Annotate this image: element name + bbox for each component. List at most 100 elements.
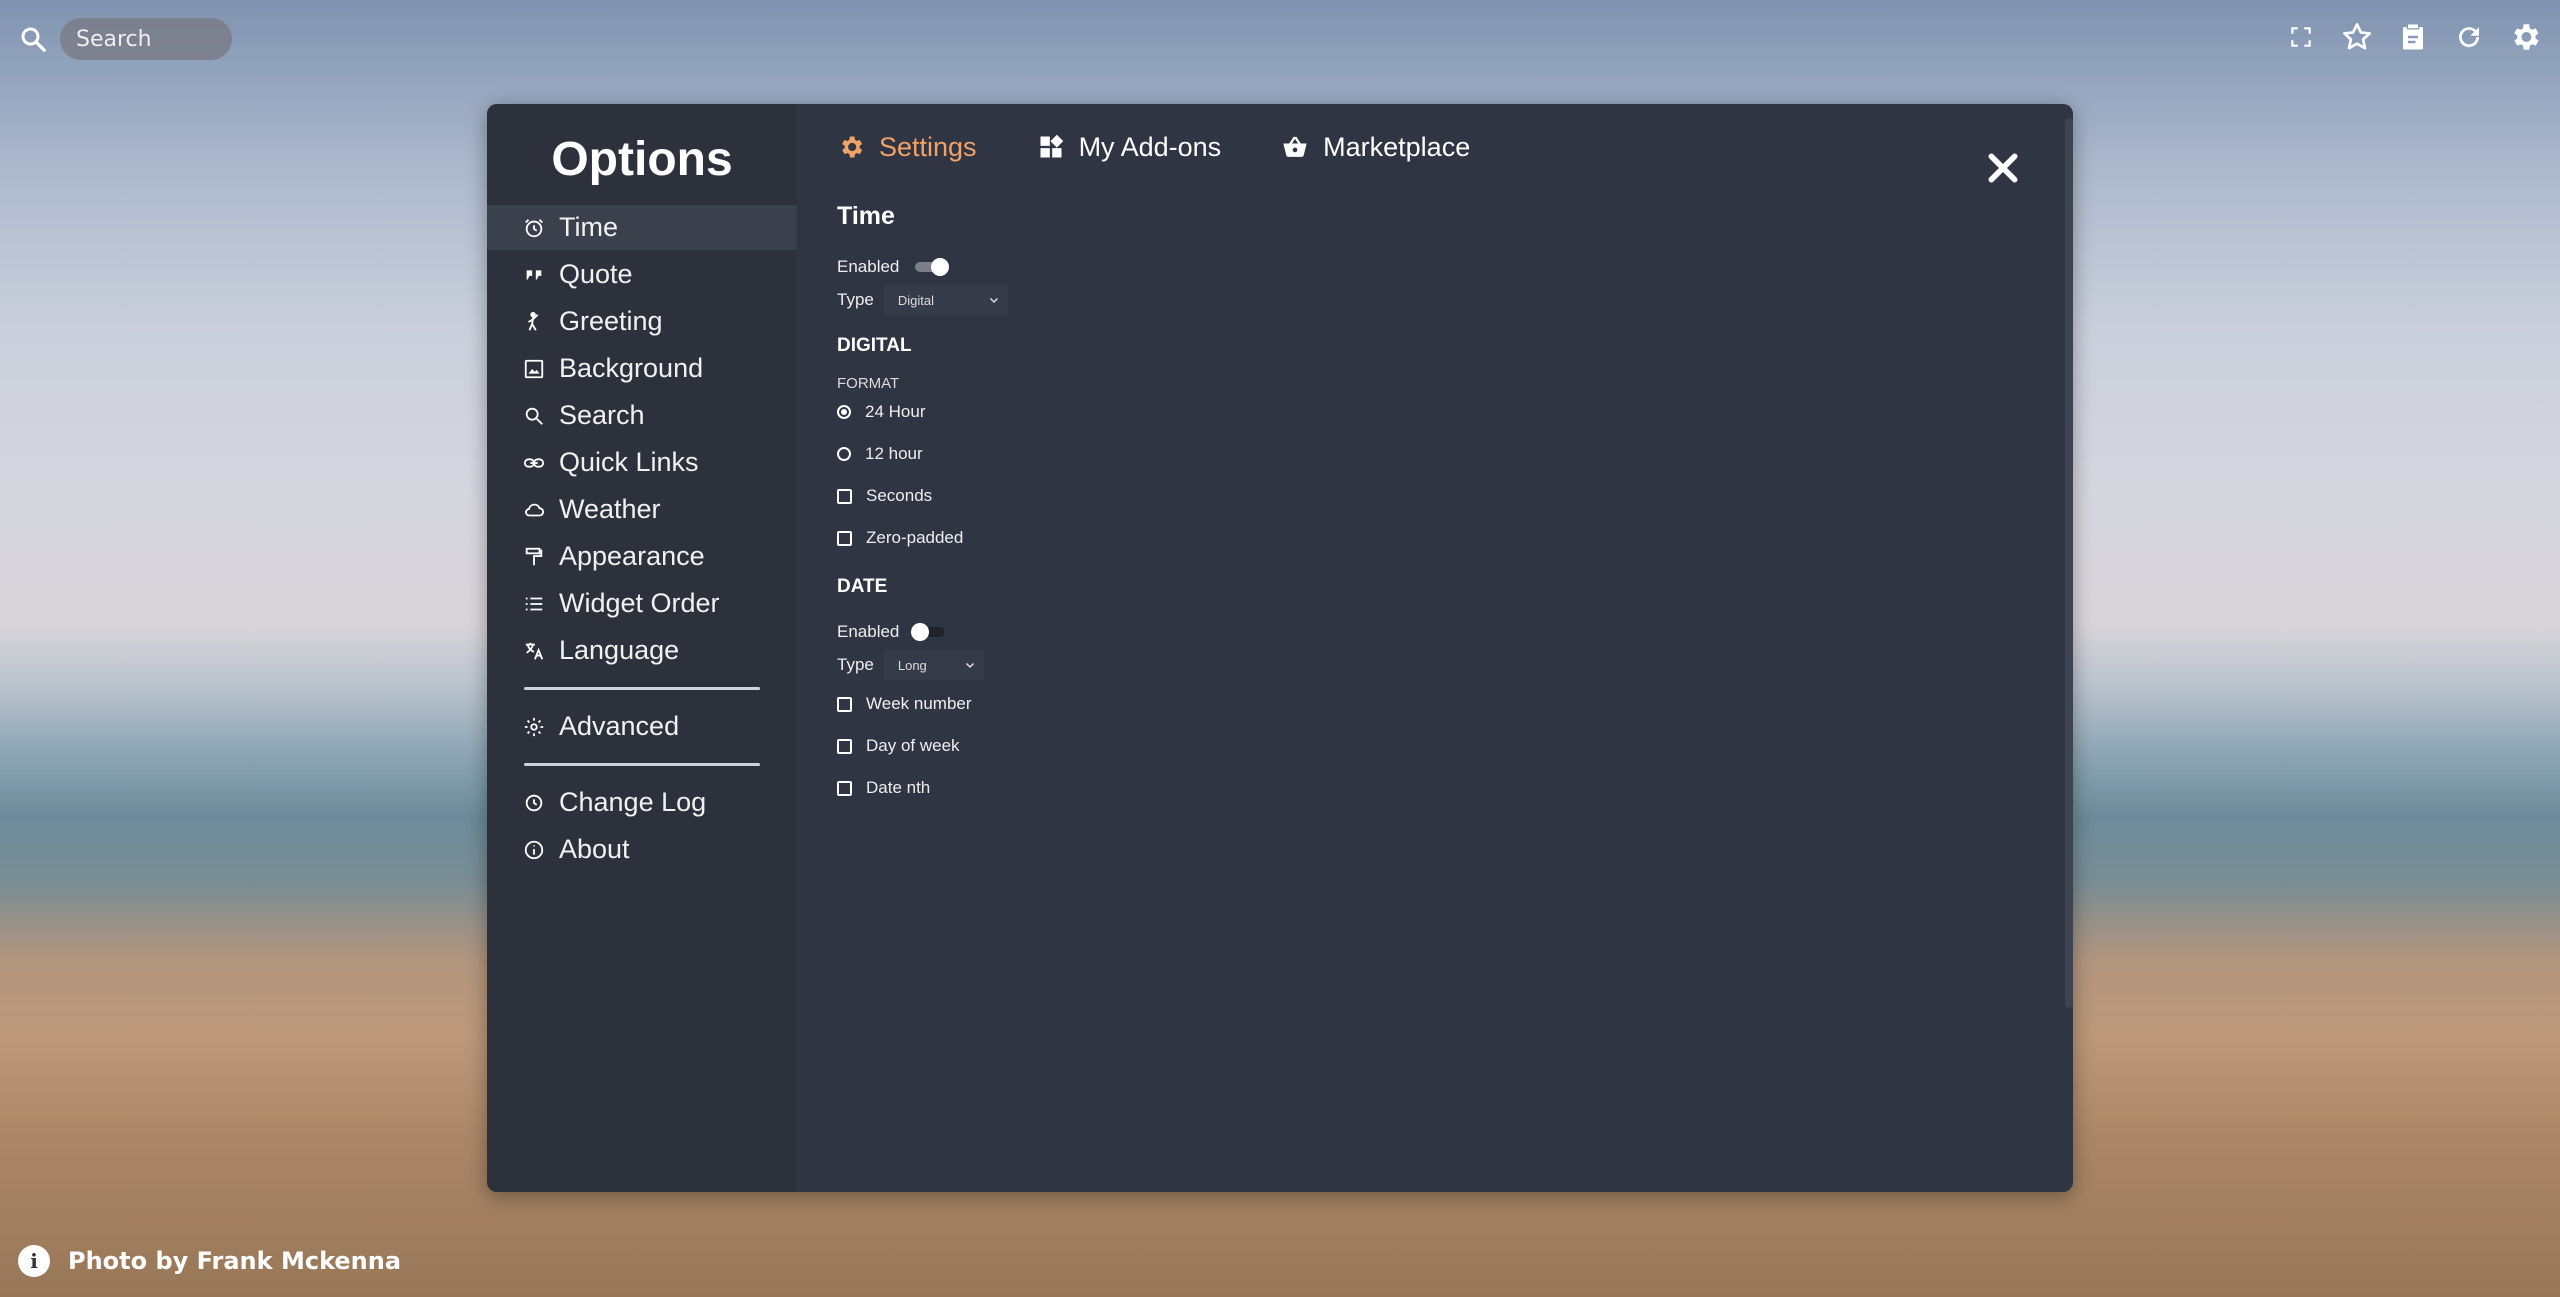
sidebar-item-widget-order[interactable]: Widget Order: [487, 581, 797, 626]
notes-button[interactable]: [2396, 20, 2430, 54]
sidebar-item-language[interactable]: Language: [487, 628, 797, 673]
sidebar-item-label: Change Log: [559, 787, 707, 817]
history-icon: [525, 794, 543, 811]
image-icon: [524, 359, 544, 378]
photo-credit: i Photo by Frank Mckenna: [18, 1245, 401, 1277]
chevron-down-icon: [965, 662, 974, 669]
sidebar-divider: [524, 687, 760, 690]
sidebar-item-about[interactable]: About: [487, 827, 797, 872]
tab-my-add-ons[interactable]: My Add-ons: [1037, 132, 1221, 163]
options-tabs: Settings My Add-ons Marketplace: [837, 128, 2073, 166]
paint-roller-icon: [525, 547, 543, 565]
option-label: Date nth: [866, 778, 931, 797]
top-toolbar: [2284, 20, 2542, 54]
sidebar-divider: [524, 763, 760, 766]
clipboard-icon: [2403, 24, 2423, 50]
option-row: Date nth: [837, 778, 2073, 798]
sidebar-item-label: Search: [559, 400, 645, 430]
checkbox-week-number[interactable]: [837, 696, 852, 712]
sidebar-item-appearance[interactable]: Appearance: [487, 534, 797, 579]
radio-24-hour[interactable]: [837, 405, 851, 419]
sidebar-item-label: Time: [559, 212, 618, 242]
sidebar-item-label: Greeting: [559, 306, 663, 336]
option-label: Zero-padded: [866, 528, 964, 547]
checkbox-seconds[interactable]: [837, 488, 852, 504]
checkbox-date-nth[interactable]: [837, 780, 852, 796]
sidebar-item-weather[interactable]: Weather: [487, 487, 797, 532]
option-row: Seconds: [837, 486, 2073, 506]
info-icon[interactable]: i: [18, 1245, 50, 1277]
tab-label: Marketplace: [1323, 131, 1471, 162]
sidebar-item-label: Widget Order: [559, 588, 720, 618]
option-row: Zero-padded: [837, 528, 2073, 548]
sidebar-item-label: Language: [559, 635, 680, 665]
sidebar-item-greeting[interactable]: Greeting: [487, 299, 797, 344]
time-type-select[interactable]: Digital: [883, 285, 1008, 315]
digital-heading: DIGITAL: [837, 335, 912, 356]
sidebar-item-change-log[interactable]: Change Log: [487, 780, 797, 825]
select-value: Long: [897, 657, 927, 673]
sidebar-item-quick-links[interactable]: Quick Links: [487, 440, 797, 485]
sidebar-item-time[interactable]: Time: [487, 205, 797, 250]
sidebar-item-search[interactable]: Search: [487, 393, 797, 438]
refresh-icon: [2459, 27, 2480, 48]
cloud-icon: [525, 503, 545, 516]
options-sidebar: Options Time Quote Greeting Background S…: [487, 104, 797, 1192]
radio-12-hour[interactable]: [837, 447, 851, 461]
info-icon: [524, 840, 544, 859]
section-title-time: Time: [837, 202, 895, 230]
search-icon[interactable]: [18, 24, 48, 54]
options-title: Options: [551, 133, 733, 186]
option-row: 24 Hour: [837, 402, 2073, 422]
search-input[interactable]: Search: [60, 18, 232, 60]
options-modal: Options Time Quote Greeting Background S…: [487, 104, 2073, 1192]
date-type-row: Type Long: [837, 650, 2073, 680]
sidebar-item-label: Appearance: [559, 541, 705, 571]
sidebar-item-label: Background: [559, 353, 704, 383]
settings-button[interactable]: [2508, 20, 2542, 54]
checkbox-zero-padded[interactable]: [837, 530, 852, 546]
option-label: 12 hour: [865, 444, 923, 463]
favourite-button[interactable]: [2340, 20, 2374, 54]
widgets-icon: [1040, 134, 1063, 158]
date-enabled-toggle[interactable]: [911, 623, 949, 641]
date-type-select[interactable]: Long: [883, 650, 984, 680]
option-label: Day of week: [866, 736, 960, 755]
sidebar-item-quote[interactable]: Quote: [487, 252, 797, 297]
link-icon: [523, 457, 545, 468]
checkbox-day-of-week[interactable]: [837, 738, 852, 754]
options-content: Settings My Add-ons Marketplace Time Ena…: [797, 104, 2073, 1192]
quote-icon: [526, 269, 542, 280]
option-label: 24 Hour: [865, 402, 926, 421]
scrollbar[interactable]: [2065, 118, 2073, 1008]
time-enabled-row: Enabled: [837, 257, 2073, 277]
sidebar-item-label: Advanced: [559, 711, 680, 741]
fullscreen-icon: [2291, 27, 2311, 47]
translate-icon: [525, 642, 544, 660]
refresh-button[interactable]: [2452, 20, 2486, 54]
tab-label: Settings: [879, 131, 977, 162]
search-icon: [525, 407, 543, 425]
waving-person-icon: [528, 311, 539, 331]
option-row: 12 hour: [837, 444, 2073, 464]
gear-icon: [2514, 24, 2539, 50]
option-row: Week number: [837, 694, 2073, 714]
time-type-row: Type Digital: [837, 285, 2073, 315]
time-enabled-toggle[interactable]: [911, 258, 950, 276]
select-value: Digital: [897, 292, 934, 308]
tab-marketplace[interactable]: Marketplace: [1281, 132, 1470, 163]
format-heading: FORMAT: [837, 375, 900, 392]
basket-icon: [1283, 136, 1307, 157]
chevron-down-icon: [989, 297, 998, 304]
top-search: Search: [18, 18, 232, 60]
enabled-label: Enabled: [837, 622, 900, 641]
fullscreen-button[interactable]: [2284, 20, 2318, 54]
tab-settings[interactable]: Settings: [837, 132, 977, 163]
sidebar-item-label: Weather: [559, 494, 661, 524]
sidebar-item-label: About: [559, 834, 630, 864]
sidebar-item-label: Quick Links: [559, 447, 699, 477]
list-icon: [525, 597, 543, 610]
sidebar-item-background[interactable]: Background: [487, 346, 797, 391]
sidebar-item-advanced[interactable]: Advanced: [487, 704, 797, 749]
close-icon[interactable]: [1983, 148, 2023, 188]
